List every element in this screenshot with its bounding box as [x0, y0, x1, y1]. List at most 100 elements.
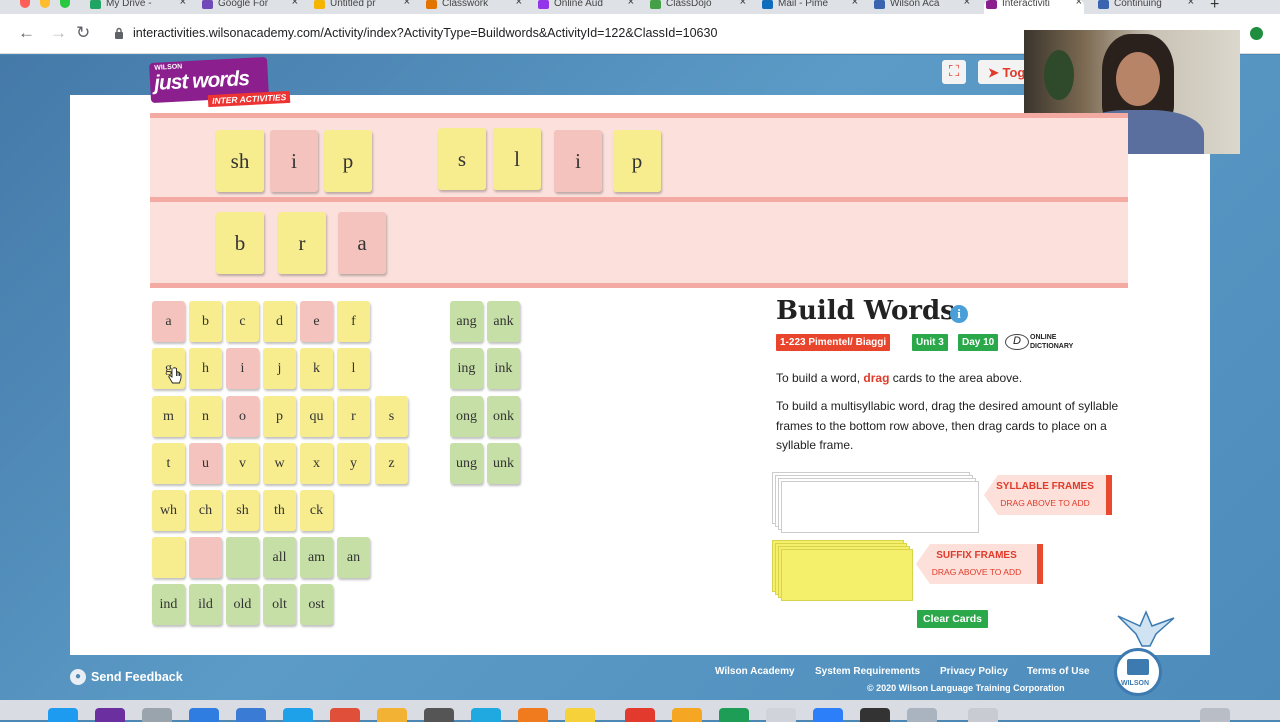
- letter-card-l[interactable]: l: [337, 348, 370, 389]
- close-tab-icon[interactable]: ×: [1188, 0, 1194, 8]
- letter-card-ch[interactable]: ch: [189, 490, 222, 531]
- system-requirements-link[interactable]: System Requirements: [815, 666, 920, 677]
- tab-interactivities[interactable]: Interactiviti ×: [984, 0, 1084, 14]
- letter-card-d[interactable]: d: [263, 301, 296, 342]
- close-window-icon[interactable]: [20, 0, 30, 8]
- tab-google-forms[interactable]: Google For ×: [200, 0, 300, 14]
- url-field[interactable]: interactivities.wilsonacademy.com/Activi…: [133, 26, 717, 40]
- letter-card-x[interactable]: x: [300, 443, 333, 484]
- letter-card-c[interactable]: c: [226, 301, 259, 342]
- tab-wilson-academy[interactable]: Wilson Aca ×: [872, 0, 972, 14]
- glued-card-all[interactable]: all: [263, 537, 296, 578]
- letter-card-f[interactable]: f: [337, 301, 370, 342]
- letter-card-z[interactable]: z: [375, 443, 408, 484]
- close-tab-icon[interactable]: ×: [740, 0, 746, 8]
- placed-card[interactable]: b: [216, 212, 264, 274]
- close-tab-icon[interactable]: ×: [628, 0, 634, 8]
- tab-mail[interactable]: Mail - Pime ×: [760, 0, 860, 14]
- close-tab-icon[interactable]: ×: [852, 0, 858, 8]
- placed-card[interactable]: p: [324, 130, 372, 192]
- glued-card-ung[interactable]: ung: [450, 443, 483, 484]
- tab-classwork[interactable]: Classwork ×: [424, 0, 524, 14]
- close-tab-icon[interactable]: ×: [292, 0, 298, 8]
- toggle-button[interactable]: ➤ Tog: [978, 60, 1028, 84]
- tab-my-drive[interactable]: My Drive - ×: [88, 0, 188, 14]
- glued-card-ing[interactable]: ing: [450, 348, 483, 389]
- terms-of-use-link[interactable]: Terms of Use: [1027, 666, 1090, 677]
- glued-card-ild[interactable]: ild: [189, 584, 222, 625]
- minimize-window-icon[interactable]: [40, 0, 50, 8]
- blank-card-green[interactable]: [226, 537, 259, 578]
- glued-card-ank[interactable]: ank: [487, 301, 520, 342]
- glued-card-ind[interactable]: ind: [152, 584, 185, 625]
- close-tab-icon[interactable]: ×: [404, 0, 410, 8]
- placed-card[interactable]: a: [338, 212, 386, 274]
- placed-card[interactable]: i: [270, 130, 318, 192]
- extension-icon[interactable]: [1250, 27, 1263, 40]
- letter-card-w[interactable]: w: [263, 443, 296, 484]
- blank-card-pink[interactable]: [189, 537, 222, 578]
- glued-card-an[interactable]: an: [337, 537, 370, 578]
- letter-card-r[interactable]: r: [337, 396, 370, 437]
- placed-card[interactable]: sh: [216, 130, 264, 192]
- letter-card-b[interactable]: b: [189, 301, 222, 342]
- letter-card-ck[interactable]: ck: [300, 490, 333, 531]
- back-icon[interactable]: ←: [18, 24, 35, 42]
- placed-card[interactable]: l: [493, 128, 541, 190]
- glued-card-ang[interactable]: ang: [450, 301, 483, 342]
- syllable-frames-source[interactable]: [772, 472, 980, 534]
- letter-card-m[interactable]: m: [152, 396, 185, 437]
- maximize-window-icon[interactable]: [60, 0, 70, 8]
- close-tab-icon[interactable]: ×: [1076, 0, 1082, 8]
- glued-card-ink[interactable]: ink: [487, 348, 520, 389]
- privacy-policy-link[interactable]: Privacy Policy: [940, 666, 1008, 677]
- letter-card-s[interactable]: s: [375, 396, 408, 437]
- letter-card-wh[interactable]: wh: [152, 490, 185, 531]
- letter-card-sh[interactable]: sh: [226, 490, 259, 531]
- letter-card-u[interactable]: u: [189, 443, 222, 484]
- glued-card-old[interactable]: old: [226, 584, 259, 625]
- close-tab-icon[interactable]: ×: [964, 0, 970, 8]
- letter-card-k[interactable]: k: [300, 348, 333, 389]
- tab-classdojo[interactable]: ClassDojo ×: [648, 0, 748, 14]
- glued-card-unk[interactable]: unk: [487, 443, 520, 484]
- letter-card-i[interactable]: i: [226, 348, 259, 389]
- placed-card[interactable]: p: [613, 130, 661, 192]
- letter-card-a[interactable]: a: [152, 301, 185, 342]
- online-dictionary-button[interactable]: D ONLINE DICTIONARY: [1005, 332, 1090, 354]
- glued-card-onk[interactable]: onk: [487, 396, 520, 437]
- glued-card-am[interactable]: am: [300, 537, 333, 578]
- new-tab-icon[interactable]: +: [1210, 0, 1219, 14]
- clear-cards-button[interactable]: Clear Cards: [917, 610, 988, 628]
- wilson-academy-link[interactable]: Wilson Academy: [715, 666, 795, 677]
- tab-online-audio[interactable]: Online Aud ×: [536, 0, 636, 14]
- info-icon[interactable]: i: [950, 305, 968, 323]
- reload-icon[interactable]: ↻: [76, 24, 90, 42]
- close-tab-icon[interactable]: ×: [180, 0, 186, 8]
- placed-card[interactable]: i: [554, 130, 602, 192]
- placed-card[interactable]: r: [278, 212, 326, 274]
- letter-card-e[interactable]: e: [300, 301, 333, 342]
- blank-card-yellow[interactable]: [152, 537, 185, 578]
- letter-card-o[interactable]: o: [226, 396, 259, 437]
- glued-card-ost[interactable]: ost: [300, 584, 333, 625]
- letter-card-j[interactable]: j: [263, 348, 296, 389]
- letter-card-n[interactable]: n: [189, 396, 222, 437]
- placed-card[interactable]: s: [438, 128, 486, 190]
- letter-card-y[interactable]: y: [337, 443, 370, 484]
- fullscreen-button[interactable]: ⛶: [942, 60, 966, 84]
- tab-untitled[interactable]: Untitled pr ×: [312, 0, 412, 14]
- letter-card-qu[interactable]: qu: [300, 396, 333, 437]
- close-tab-icon[interactable]: ×: [516, 0, 522, 8]
- letter-card-t[interactable]: t: [152, 443, 185, 484]
- forward-icon[interactable]: →: [50, 24, 67, 42]
- letter-card-p[interactable]: p: [263, 396, 296, 437]
- letter-card-th[interactable]: th: [263, 490, 296, 531]
- glued-card-olt[interactable]: olt: [263, 584, 296, 625]
- suffix-frames-source[interactable]: [772, 540, 914, 602]
- send-feedback-link[interactable]: ● Send Feedback: [70, 668, 183, 686]
- letter-card-v[interactable]: v: [226, 443, 259, 484]
- letter-card-h[interactable]: h: [189, 348, 222, 389]
- glued-card-ong[interactable]: ong: [450, 396, 483, 437]
- tab-continuing[interactable]: Continuing ×: [1096, 0, 1196, 14]
